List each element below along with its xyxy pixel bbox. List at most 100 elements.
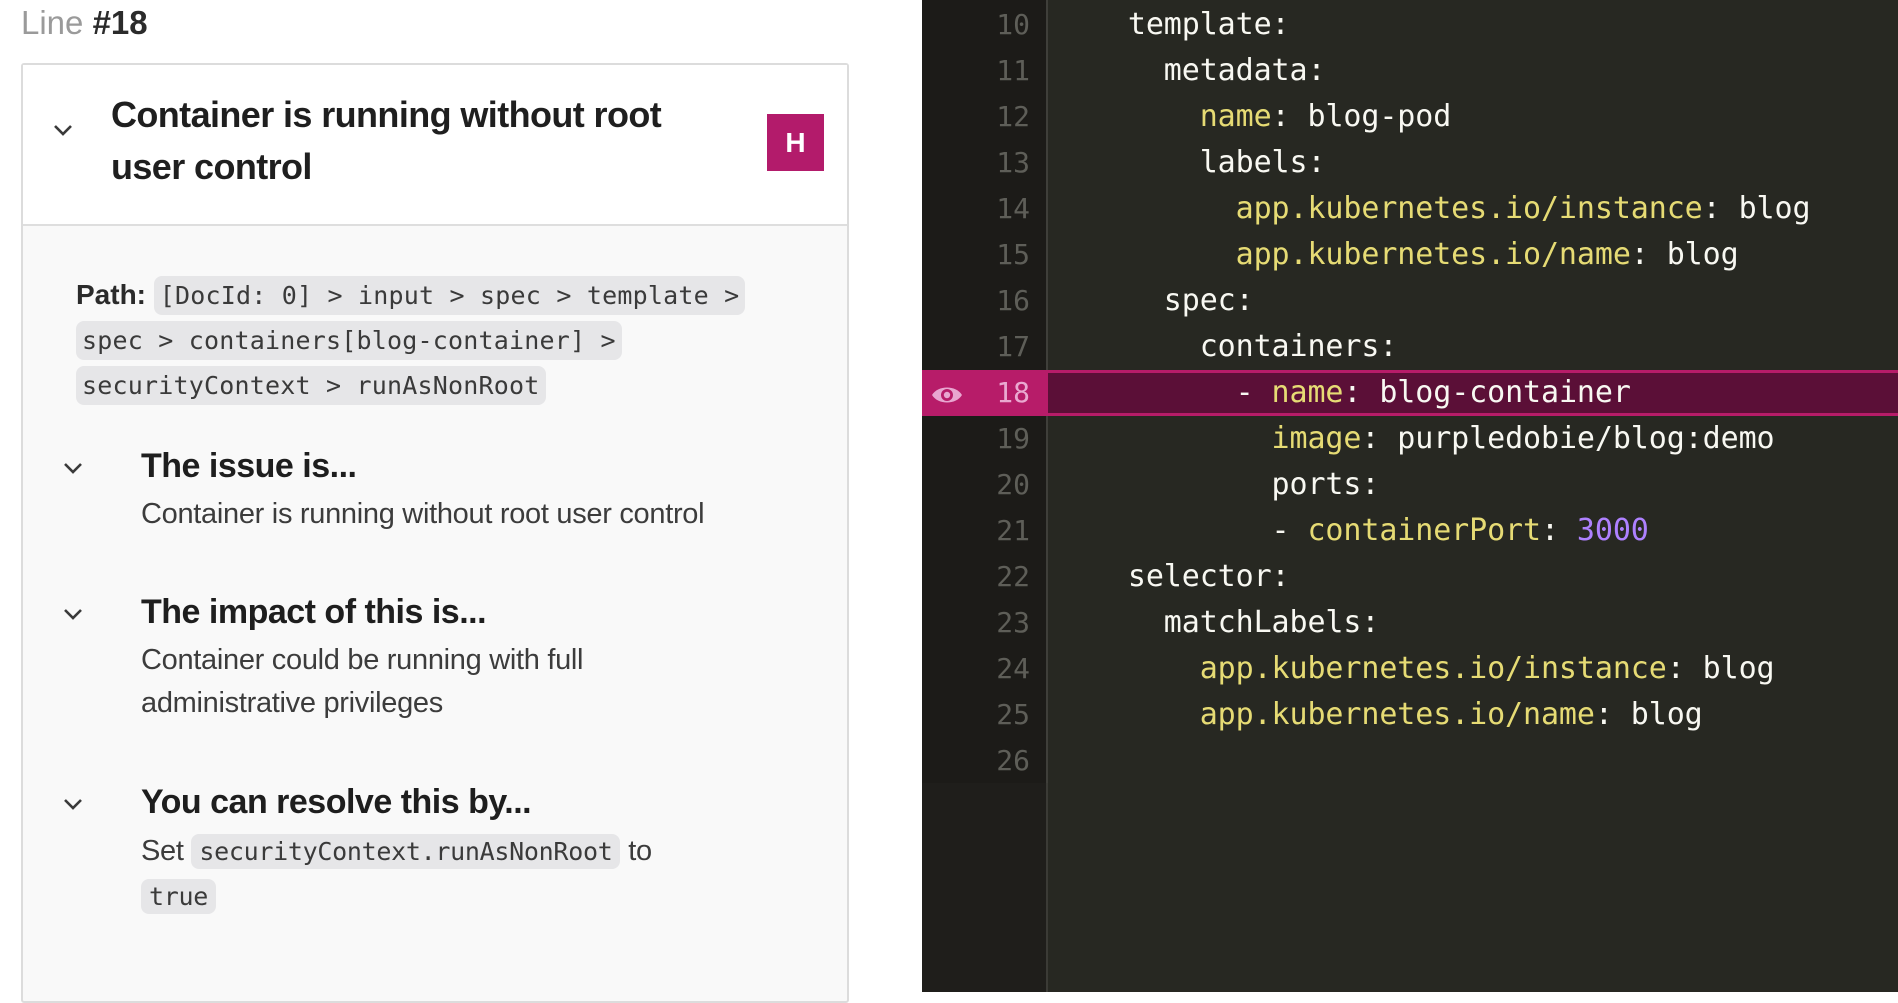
code-line[interactable]: 12 name: blog-pod — [922, 94, 1898, 140]
code-line[interactable]: 19 image: purpledobie/blog:demo — [922, 416, 1898, 462]
line-number: 22 — [996, 560, 1030, 593]
line-number: 11 — [996, 54, 1030, 87]
resolve-prefix: Set — [141, 835, 184, 867]
code-plain: containers: — [1199, 329, 1398, 364]
yaml-value: blog — [1702, 651, 1775, 686]
yaml-key: containerPort — [1307, 513, 1541, 548]
yaml-value: blog — [1738, 191, 1811, 226]
code-text: image: purpledobie/blog:demo — [1056, 416, 1775, 462]
line-number: 18 — [996, 376, 1030, 409]
yaml-separator: : — [1343, 375, 1380, 410]
yaml-separator: : — [1540, 513, 1577, 548]
chevron-down-icon[interactable] — [63, 797, 82, 811]
resolve-code: securityContext.runAsNonRoot — [191, 834, 621, 869]
code-line[interactable]: 15 app.kubernetes.io/name: blog — [922, 232, 1898, 278]
yaml-value: blog — [1666, 237, 1739, 272]
section-heading: You can resolve this by... — [141, 783, 532, 821]
line-number: 24 — [996, 652, 1030, 685]
code-indent: - — [1056, 375, 1272, 410]
line-prefix: Line — [21, 4, 84, 41]
yaml-separator: : — [1594, 697, 1631, 732]
line-number: 19 — [996, 422, 1030, 455]
yaml-separator: : — [1271, 99, 1308, 134]
issue-card-header[interactable]: Container is running without root user c… — [23, 65, 847, 226]
code-plain: selector: — [1127, 559, 1290, 594]
code-line[interactable]: 24 app.kubernetes.io/instance: blog — [922, 646, 1898, 692]
code-line[interactable]: 25 app.kubernetes.io/name: blog — [922, 692, 1898, 738]
code-text: labels: — [1056, 140, 1326, 186]
code-text: spec: — [1056, 278, 1254, 324]
yaml-separator: : — [1666, 651, 1703, 686]
line-number: 16 — [996, 284, 1030, 317]
code-line[interactable]: 17 containers: — [922, 324, 1898, 370]
path-value: [DocId: 0] > input > spec > template > s… — [76, 276, 746, 405]
code-text: - name: blog-container — [1056, 370, 1631, 416]
code-text: selector: — [1056, 554, 1290, 600]
line-number: 10 — [996, 8, 1030, 41]
code-plain: ports: — [1271, 467, 1380, 502]
yaml-separator: : — [1702, 191, 1739, 226]
yaml-value: blog-pod — [1307, 99, 1452, 134]
yaml-separator: : — [1361, 421, 1398, 456]
code-plain: matchLabels: — [1163, 605, 1380, 640]
line-heading: Line #18 — [21, 4, 148, 42]
code-line[interactable]: 10 template: — [922, 2, 1898, 48]
code-text: ports: — [1056, 462, 1380, 508]
code-line[interactable]: 11 metadata: — [922, 48, 1898, 94]
yaml-value: purpledobie/blog:demo — [1397, 421, 1775, 456]
line-number: 20 — [996, 468, 1030, 501]
issue-panel: Line #18 Container is running without ro… — [0, 0, 922, 1003]
code-line[interactable]: 20 ports: — [922, 462, 1898, 508]
line-number: 21 — [996, 514, 1030, 547]
yaml-key: app.kubernetes.io/instance — [1235, 191, 1703, 226]
code-line[interactable]: 13 labels: — [922, 140, 1898, 186]
code-line[interactable]: 23 matchLabels: — [922, 600, 1898, 646]
code-text: name: blog-pod — [1056, 94, 1452, 140]
yaml-value: blog — [1630, 697, 1703, 732]
code-text: containers: — [1056, 324, 1398, 370]
section-body: Set securityContext.runAsNonRoot to true — [141, 829, 721, 919]
line-number: 12 — [996, 100, 1030, 133]
chevron-down-icon[interactable] — [53, 123, 72, 137]
code-line[interactable]: 18 - name: blog-container — [922, 370, 1898, 416]
chevron-down-icon[interactable] — [63, 607, 82, 621]
code-line[interactable]: 21 - containerPort: 3000 — [922, 508, 1898, 554]
code-text: matchLabels: — [1056, 600, 1380, 646]
line-number: 26 — [996, 744, 1030, 777]
line-number: 17 — [996, 330, 1030, 363]
yaml-separator: : — [1630, 237, 1667, 272]
section-heading: The impact of this is... — [141, 593, 487, 631]
line-number: 13 — [996, 146, 1030, 179]
code-text: app.kubernetes.io/name: blog — [1056, 692, 1703, 738]
code-line[interactable]: 14 app.kubernetes.io/instance: blog — [922, 186, 1898, 232]
section-body: Container could be running with full adm… — [141, 644, 584, 719]
issue-card: Container is running without root user c… — [21, 63, 849, 1003]
section-heading: The issue is... — [141, 447, 357, 485]
code-line[interactable]: 16 spec: — [922, 278, 1898, 324]
code-line[interactable]: 22 selector: — [922, 554, 1898, 600]
chevron-down-icon[interactable] — [63, 461, 82, 475]
yaml-number: 3000 — [1576, 513, 1649, 548]
severity-badge: H — [767, 114, 824, 171]
code-text: template: — [1056, 2, 1290, 48]
code-indent: - — [1056, 513, 1308, 548]
code-text: app.kubernetes.io/name: blog — [1056, 232, 1739, 278]
code-plain: labels: — [1199, 145, 1326, 180]
code-text: app.kubernetes.io/instance: blog — [1056, 646, 1775, 692]
yaml-key: app.kubernetes.io/name — [1199, 697, 1595, 732]
resolve-value: true — [141, 879, 217, 914]
code-text: app.kubernetes.io/instance: blog — [1056, 186, 1811, 232]
code-editor[interactable]: 10 template: 11 metadata: 12 name: blog-po… — [922, 0, 1898, 992]
code-line[interactable]: 26 — [922, 738, 1898, 784]
line-number: 15 — [996, 238, 1030, 271]
